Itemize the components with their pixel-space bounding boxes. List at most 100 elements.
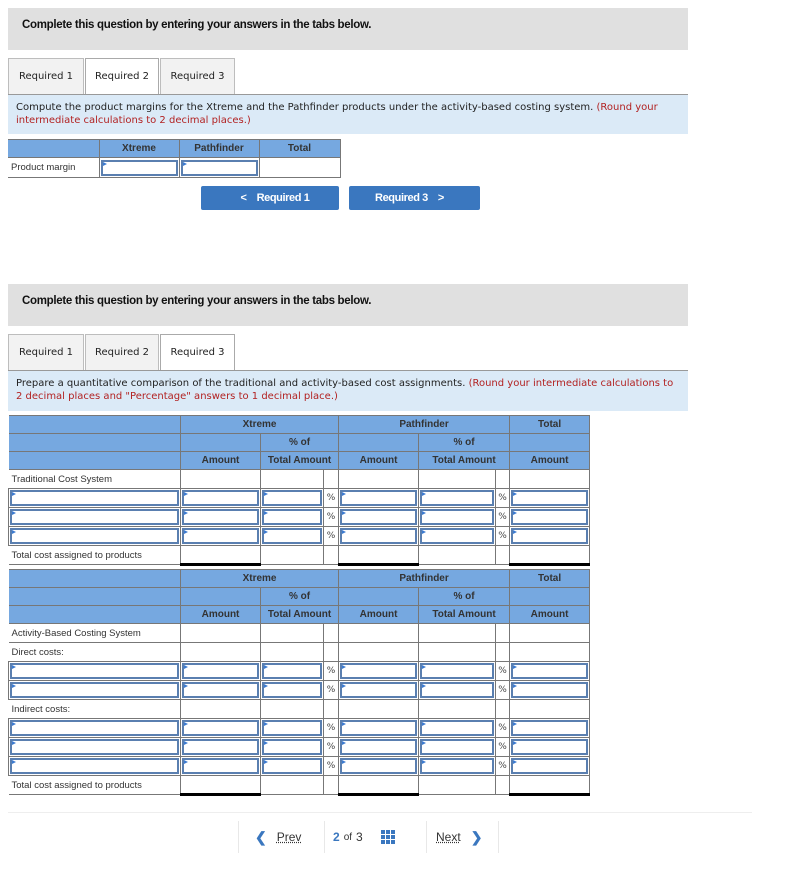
- empty-cell: [260, 623, 324, 643]
- tab-required-2[interactable]: Required 2: [85, 58, 159, 95]
- page-indicator: 2 of 3: [333, 821, 395, 853]
- indirect-row-2-xtreme-amount-cell: [180, 737, 261, 757]
- header-pct-of: % of: [259, 587, 340, 606]
- empty-cell: [495, 775, 511, 795]
- direct-row-1-xtreme-amount-input[interactable]: [182, 663, 259, 679]
- direct-row-2-pathfinder-amount-input[interactable]: [340, 682, 418, 698]
- traditional-row-1-pathfinder-amount-input[interactable]: [340, 490, 418, 506]
- traditional-row-2-description-input[interactable]: [10, 509, 179, 525]
- indirect-row-3-total-amount-input[interactable]: [511, 758, 589, 774]
- header-total: Total: [509, 415, 591, 434]
- direct-row-1-xtreme-percent-input[interactable]: [262, 663, 322, 679]
- direct-row-2-total-amount-input[interactable]: [511, 682, 589, 698]
- empty-cell: [509, 699, 591, 719]
- traditional-row-1-total-amount-input[interactable]: [511, 490, 589, 506]
- tab-required-1[interactable]: Required 1: [8, 334, 84, 371]
- indirect-row-1-xtreme-amount-input[interactable]: [182, 720, 259, 736]
- header-pct-of: % of: [259, 433, 340, 452]
- tab-required-2[interactable]: Required 2: [85, 334, 159, 371]
- direct-row-1-pathfinder-percent-input[interactable]: [420, 663, 495, 679]
- header-pathfinder: Pathfinder: [338, 569, 511, 588]
- indirect-row-3-xtreme-amount-cell: [180, 756, 261, 776]
- section-label-abc: Activity-Based Costing System: [8, 623, 181, 643]
- indirect-row-3-pathfinder-amount-input[interactable]: [340, 758, 418, 774]
- traditional-row-3-xtreme-amount-input[interactable]: [182, 528, 259, 544]
- traditional-row-1-xtreme-amount-input[interactable]: [182, 490, 259, 506]
- header-blank: [8, 139, 100, 158]
- tab-required-3[interactable]: Required 3: [160, 334, 235, 371]
- prev-label: Prev: [276, 830, 302, 844]
- traditional-row-1-description-input[interactable]: [10, 490, 179, 506]
- percent-symbol: %: [495, 737, 511, 757]
- header-blank: [8, 569, 181, 588]
- traditional-row-3-pathfinder-percent-input[interactable]: [420, 528, 495, 544]
- indirect-row-2-description-input[interactable]: [10, 739, 179, 755]
- traditional-row-2-pathfinder-percent-input[interactable]: [420, 509, 495, 525]
- direct-row-2-xtreme-amount-input[interactable]: [182, 682, 259, 698]
- traditional-row-3-total-amount-input[interactable]: [511, 528, 589, 544]
- header-blank: [8, 433, 181, 452]
- empty-cell: [180, 623, 261, 643]
- indirect-row-1-pathfinder-amount-input[interactable]: [340, 720, 418, 736]
- direct-row-2-pathfinder-percent-input[interactable]: [420, 682, 495, 698]
- tab-required-1[interactable]: Required 1: [8, 58, 84, 95]
- empty-cell: [418, 469, 497, 489]
- traditional-row-3-pathfinder-amount-input[interactable]: [340, 528, 418, 544]
- indirect-row-1-xtreme-percent-input[interactable]: [262, 720, 322, 736]
- tab-bar-2: Required 1 Required 2 Required 3: [8, 334, 236, 371]
- direct-row-1-pathfinder-amount-cell: [338, 661, 420, 681]
- traditional-row-1-pathfinder-percent-input[interactable]: [420, 490, 495, 506]
- indirect-row-3-pathfinder-percent-input[interactable]: [420, 758, 495, 774]
- indirect-row-3-xtreme-percent-input[interactable]: [262, 758, 322, 774]
- direct-row-2-description-cell: [8, 680, 181, 700]
- grand-total-amount: [509, 775, 591, 796]
- indirect-row-1-xtreme-percent-cell: [260, 718, 324, 738]
- indirect-row-2-xtreme-percent-input[interactable]: [262, 739, 322, 755]
- direct-row-1-pathfinder-amount-input[interactable]: [340, 663, 418, 679]
- direct-row-1-description-input[interactable]: [10, 663, 179, 679]
- empty-cell: [495, 545, 511, 565]
- empty-cell: [418, 642, 497, 662]
- prev-required-1-button[interactable]: < Required 1: [201, 186, 339, 210]
- next-page-button[interactable]: Next ❯: [436, 821, 482, 853]
- total-pages: 3: [356, 830, 363, 844]
- direct-row-2-xtreme-percent-input[interactable]: [262, 682, 322, 698]
- traditional-row-2-total-amount-input[interactable]: [511, 509, 589, 525]
- traditional-row-2-pathfinder-amount-input[interactable]: [340, 509, 418, 525]
- indirect-row-2-total-amount-input[interactable]: [511, 739, 589, 755]
- traditional-row-3-total-amount-cell: [509, 526, 591, 546]
- traditional-row-3-pathfinder-percent-cell: [418, 526, 497, 546]
- direct-row-1-total-amount-input[interactable]: [511, 663, 589, 679]
- header-xtreme: Xtreme: [179, 569, 340, 588]
- traditional-row-2-xtreme-amount-input[interactable]: [182, 509, 259, 525]
- traditional-row-2-xtreme-percent-input[interactable]: [262, 509, 322, 525]
- indirect-row-2-pathfinder-amount-input[interactable]: [340, 739, 418, 755]
- indirect-row-1-total-amount-input[interactable]: [511, 720, 589, 736]
- pathfinder-product-margin-input[interactable]: [180, 159, 258, 176]
- next-required-3-button[interactable]: Required 3 >: [349, 186, 480, 210]
- indirect-row-2-xtreme-percent-cell: [260, 737, 324, 757]
- indirect-row-1-pathfinder-percent-input[interactable]: [420, 720, 495, 736]
- indirect-row-3-xtreme-percent-cell: [260, 756, 324, 776]
- traditional-row-2-description-cell: [8, 507, 181, 527]
- traditional-row-3-xtreme-percent-input[interactable]: [262, 528, 322, 544]
- indirect-row-1-description-input[interactable]: [10, 720, 179, 736]
- traditional-row-3-description-input[interactable]: [10, 528, 179, 544]
- grid-icon[interactable]: [380, 830, 395, 844]
- indirect-row-3-description-input[interactable]: [10, 758, 179, 774]
- traditional-row-1-xtreme-percent-input[interactable]: [262, 490, 322, 506]
- xtreme-product-margin-cell: [98, 157, 180, 178]
- indirect-row-3-pathfinder-percent-cell: [418, 756, 497, 776]
- empty-cell: [260, 775, 324, 795]
- indirect-row-2-pathfinder-percent-input[interactable]: [420, 739, 495, 755]
- empty-cell: [338, 623, 420, 643]
- tab-required-3[interactable]: Required 3: [160, 58, 235, 95]
- indirect-row-3-xtreme-amount-input[interactable]: [182, 758, 259, 774]
- indirect-row-2-xtreme-amount-input[interactable]: [182, 739, 259, 755]
- direct-row-2-description-input[interactable]: [10, 682, 179, 698]
- header-blank: [180, 433, 261, 452]
- header-blank: [338, 433, 420, 452]
- prev-page-button[interactable]: ❮ Prev: [255, 821, 301, 853]
- xtreme-product-margin-input[interactable]: [100, 159, 178, 176]
- direct-row-2-xtreme-amount-cell: [180, 680, 261, 700]
